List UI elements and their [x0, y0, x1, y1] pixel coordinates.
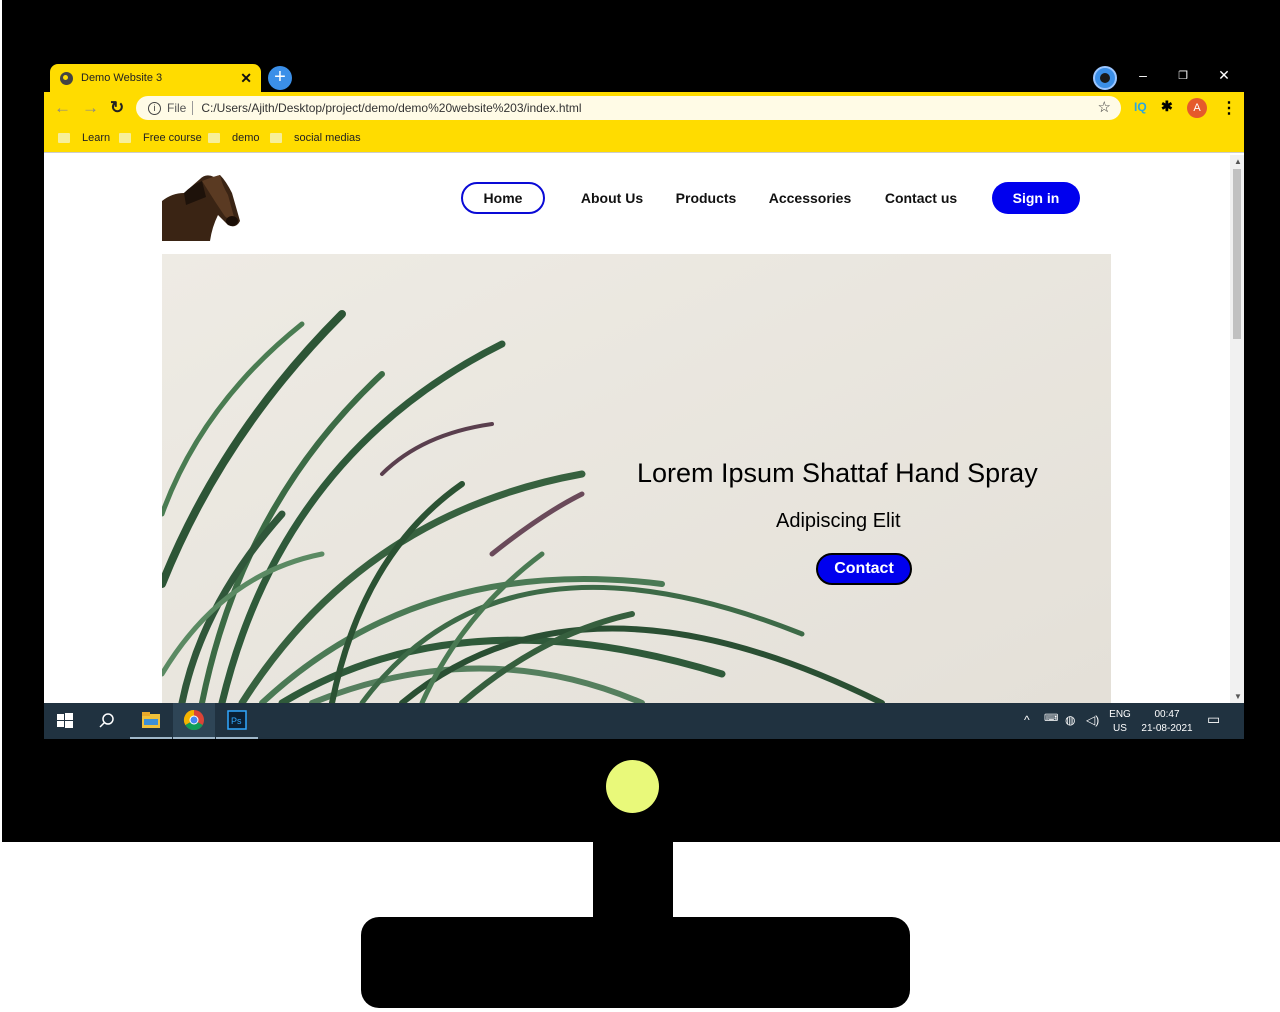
- photoshop-icon[interactable]: Ps: [216, 703, 258, 739]
- folder-icon: [119, 133, 131, 143]
- region-code: US: [1113, 723, 1127, 734]
- folder-icon: [58, 133, 70, 143]
- hero-contact-button[interactable]: Contact: [816, 553, 912, 585]
- forward-arrow-icon[interactable]: →: [82, 98, 99, 118]
- screen: Demo Website 3 ✕ + – ❐ ✕ ← → ↻ i File C:…: [44, 63, 1244, 739]
- nav-about-link[interactable]: About Us: [572, 182, 652, 214]
- volume-icon[interactable]: ◁): [1086, 713, 1099, 727]
- new-tab-button[interactable]: +: [268, 66, 292, 90]
- close-window-button[interactable]: ✕: [1214, 67, 1234, 84]
- network-globe-icon[interactable]: ◍: [1065, 713, 1075, 727]
- tab-strip: Demo Website 3 ✕ + – ❐ ✕: [44, 63, 1244, 92]
- url-text[interactable]: C:/Users/Ajith/Desktop/project/demo/demo…: [201, 101, 581, 115]
- profile-avatar[interactable]: A: [1187, 98, 1207, 118]
- bookmark-label: social medias: [294, 132, 361, 144]
- folder-icon: [270, 133, 282, 143]
- reload-icon[interactable]: ↻: [110, 98, 124, 118]
- restore-button[interactable]: ❐: [1173, 69, 1193, 82]
- file-explorer-icon[interactable]: [130, 703, 172, 739]
- notifications-icon[interactable]: ▭: [1207, 711, 1220, 728]
- monitor-stand-base: [361, 917, 910, 1008]
- minimize-button[interactable]: –: [1133, 67, 1153, 83]
- scrollbar-thumb[interactable]: [1233, 169, 1241, 339]
- clock[interactable]: 00:47 21-08-2021: [1139, 708, 1195, 736]
- windows-start-icon[interactable]: [44, 703, 86, 739]
- clock-date: 21-08-2021: [1141, 723, 1193, 734]
- scroll-up-icon[interactable]: ▲: [1234, 157, 1242, 166]
- bookmark-free-course[interactable]: Free course: [119, 132, 202, 144]
- hero-subtitle: Adipiscing Elit: [776, 510, 901, 532]
- kebab-menu-icon[interactable]: ⋮: [1221, 98, 1237, 118]
- divider: [192, 101, 194, 115]
- scroll-down-icon[interactable]: ▼: [1234, 692, 1242, 701]
- nav-home-button[interactable]: Home: [461, 182, 545, 214]
- nav-products-link[interactable]: Products: [669, 182, 743, 214]
- language-code: ENG: [1109, 709, 1131, 720]
- clock-time: 00:47: [1154, 709, 1180, 720]
- webcam-dot: [606, 760, 659, 813]
- bookmark-label: Learn: [82, 132, 111, 144]
- sign-in-button[interactable]: Sign in: [992, 182, 1080, 214]
- browser-toolbar: ← → ↻ i File C:/Users/Ajith/Desktop/proj…: [44, 92, 1244, 124]
- folder-icon: [208, 133, 220, 143]
- bookmark-demo[interactable]: demo: [208, 132, 260, 144]
- chrome-icon[interactable]: [173, 703, 215, 739]
- bookmarks-bar: Learn Free course demo social medias: [44, 124, 1244, 153]
- bookmark-label: Free course: [143, 132, 202, 144]
- info-icon[interactable]: i: [148, 101, 161, 115]
- svg-text:Ps: Ps: [231, 716, 242, 726]
- web-page: Home About Us Products Accessories Conta…: [44, 153, 1244, 703]
- nav-contact-link[interactable]: Contact us: [876, 182, 966, 214]
- bookmark-social-medias[interactable]: social medias: [270, 132, 361, 144]
- windows-taskbar: Ps ^ ⌨ ◍ ◁) ENG US 00:47 21-08-2021 ▭: [44, 703, 1244, 739]
- keyboard-icon[interactable]: ⌨: [1044, 713, 1058, 724]
- chevron-up-icon[interactable]: ^: [1024, 713, 1030, 727]
- hero-banner: Lorem Ipsum Shattaf Hand Spray Adipiscin…: [162, 254, 1111, 703]
- monitor-stand-neck: [593, 840, 673, 920]
- globe-icon: [60, 71, 73, 85]
- nav-accessories-link[interactable]: Accessories: [764, 182, 856, 214]
- extension-iq-icon[interactable]: IQ: [1134, 100, 1147, 114]
- back-arrow-icon[interactable]: ←: [54, 98, 71, 118]
- hero-title: Lorem Ipsum Shattaf Hand Spray: [637, 458, 1038, 488]
- bookmark-label: demo: [232, 132, 260, 144]
- tab-title: Demo Website 3: [81, 72, 163, 84]
- page-scrollbar[interactable]: ▲ ▼: [1230, 155, 1244, 703]
- close-tab-icon[interactable]: ✕: [240, 70, 252, 87]
- browser-tab[interactable]: Demo Website 3 ✕: [50, 64, 261, 92]
- address-bar[interactable]: i File C:/Users/Ajith/Desktop/project/de…: [136, 96, 1121, 120]
- language-indicator[interactable]: ENG US: [1108, 708, 1132, 736]
- bookmark-star-icon[interactable]: ☆: [1098, 98, 1111, 116]
- horse-logo[interactable]: [162, 171, 240, 241]
- puzzle-extensions-icon[interactable]: ✱: [1161, 98, 1173, 115]
- url-scheme-label: File: [167, 101, 187, 115]
- search-icon[interactable]: [86, 703, 128, 739]
- tab-search-button[interactable]: [1093, 66, 1117, 90]
- bookmark-learn[interactable]: Learn: [58, 132, 110, 144]
